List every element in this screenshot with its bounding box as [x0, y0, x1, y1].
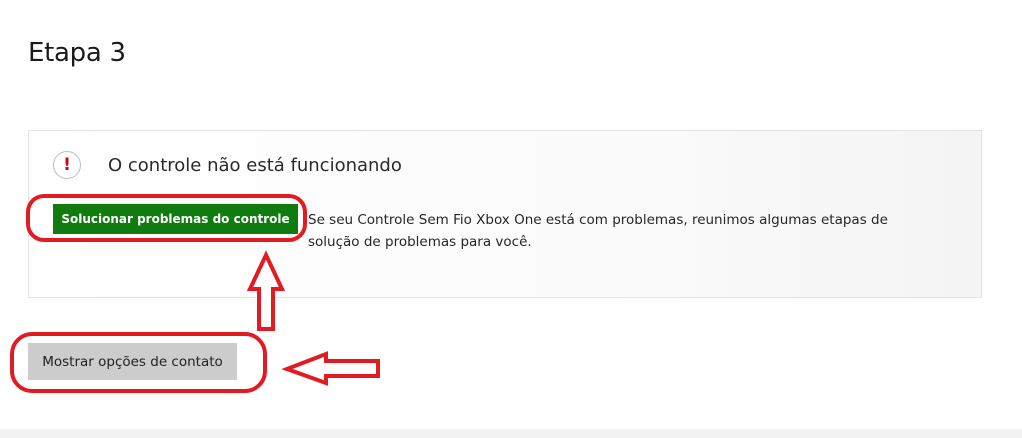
troubleshoot-controller-button[interactable]: Solucionar problemas do controle	[53, 204, 298, 234]
exclamation-icon: !	[53, 151, 81, 179]
troubleshoot-card: ! O controle não está funcionando Soluci…	[28, 130, 982, 298]
card-title: O controle não está funcionando	[108, 155, 402, 176]
show-contact-options-button[interactable]: Mostrar opções de contato	[28, 343, 237, 380]
footer-divider	[0, 429, 1022, 438]
step-title: Etapa 3	[28, 38, 126, 68]
left-arrow-annotation-icon	[281, 351, 380, 386]
card-description: Se seu Controle Sem Fio Xbox One está co…	[308, 212, 888, 250]
